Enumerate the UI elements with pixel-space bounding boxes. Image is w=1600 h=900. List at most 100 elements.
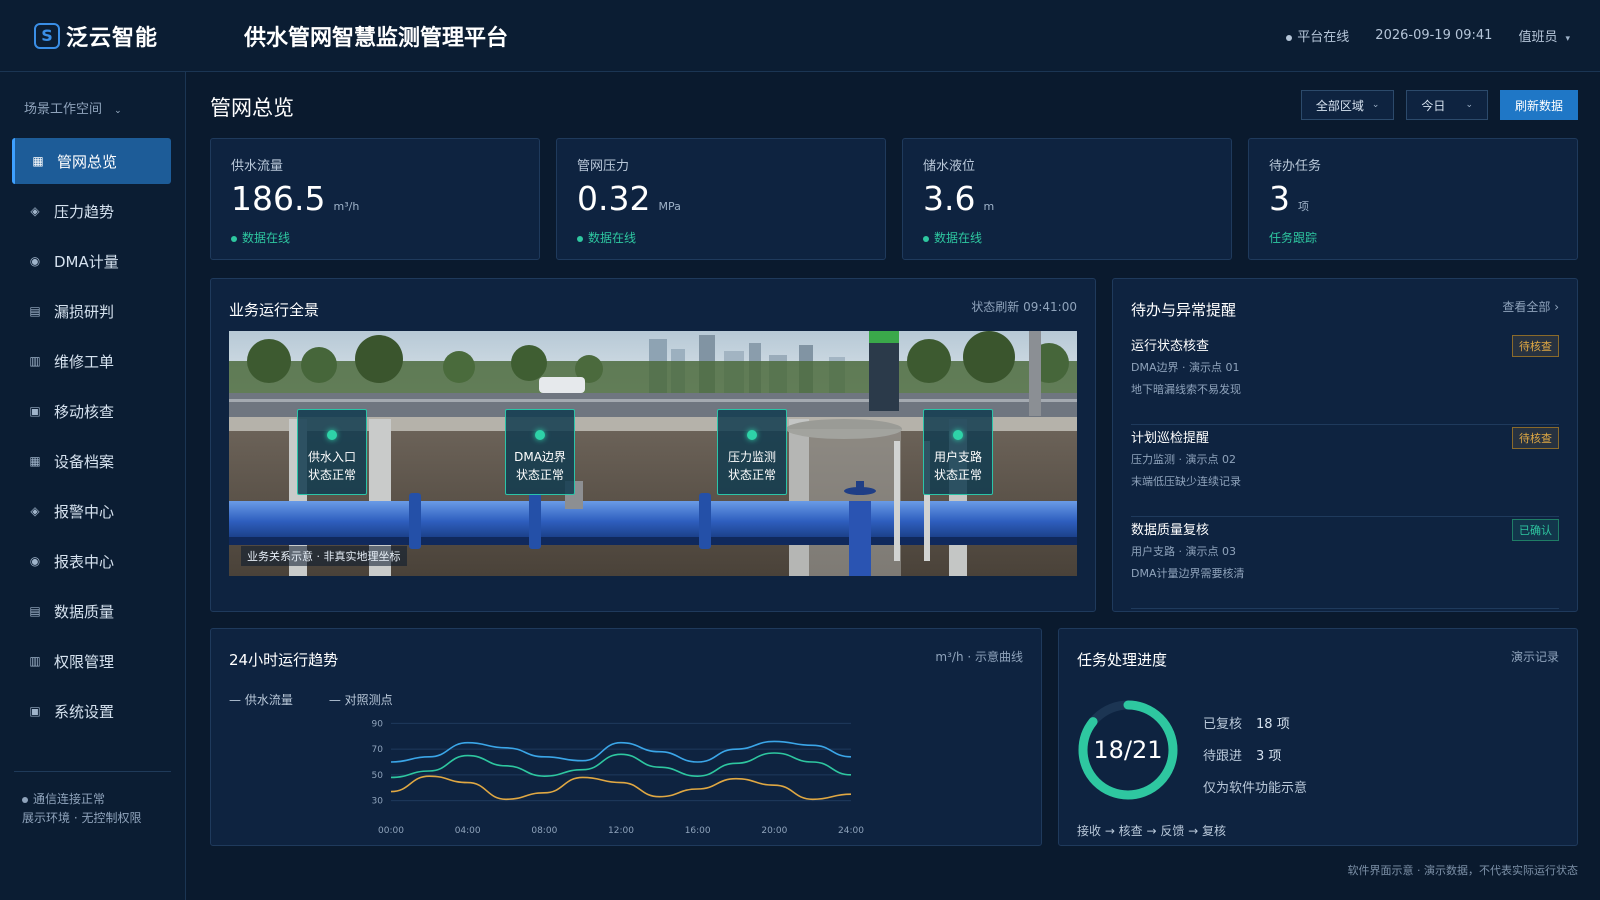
hotspot-pressure-monitor[interactable]: 压力监测 状态正常 — [717, 409, 787, 495]
alert-description: 地下暗漏线索不易发现 — [1131, 383, 1241, 396]
sidebar-item-alarms[interactable]: ◈ 报警中心 — [12, 488, 171, 534]
list-icon: ▤ — [29, 604, 41, 618]
sidebar-item-mobile-check[interactable]: ▣ 移动核查 — [12, 388, 171, 434]
period-select[interactable]: 今日 ⌄ — [1406, 90, 1488, 120]
kpi-number: 0.32 — [577, 179, 651, 218]
kpi-value: 3项 — [1269, 179, 1309, 218]
table-icon: ▥ — [29, 354, 41, 368]
workspace-selector[interactable]: 场景工作空间 ⌄ — [0, 72, 185, 138]
progress-meta: 演示记录 — [1510, 650, 1559, 664]
hotspot-name: 供水入口 — [307, 450, 356, 464]
sidebar-item-label: 移动核查 — [54, 402, 115, 421]
alert-item[interactable]: 运行状态核查 DMA边界 · 演示点 01 地下暗漏线索不易发现 待核查 — [1131, 335, 1559, 425]
x-tick-label: 20:00 — [761, 826, 787, 836]
alert-description: 末端低压缺少连续记录 — [1131, 475, 1241, 488]
grid-icon: ▦ — [32, 154, 44, 168]
sidebar-item-settings[interactable]: ▣ 系统设置 — [12, 688, 171, 734]
kpi-card-flow: 供水流量 186.5 m³/h 数据在线 — [210, 138, 540, 260]
y-tick-label: 50 — [372, 771, 384, 781]
online-dot-icon — [231, 235, 237, 242]
sidebar-item-leak[interactable]: ▤ 漏损研判 — [12, 288, 171, 334]
sidebar-item-devices[interactable]: ▦ 设备档案 — [12, 438, 171, 484]
kpi-status: 数据在线 — [577, 229, 636, 246]
chart-legend: — 供水流量 — 对照测点 — [229, 691, 429, 708]
kpi-status[interactable]: 任务跟踪 — [1269, 229, 1317, 246]
alert-item[interactable]: 数据质量复核 用户支路 · 演示点 03 DMA计量边界需要核清 已确认 — [1131, 519, 1559, 609]
chevron-down-icon: ⌄ — [1465, 100, 1473, 110]
grid-icon: ▦ — [29, 454, 41, 468]
square-icon: ▣ — [29, 404, 41, 418]
hotspot-supply-inlet[interactable]: 供水入口 状态正常 — [297, 409, 367, 495]
kpi-number: 3.6 — [923, 179, 976, 218]
square-icon: ▣ — [29, 704, 41, 718]
sidebar-item-dma[interactable]: ◉ DMA计量 — [12, 238, 171, 284]
kpi-status-text: 数据在线 — [934, 231, 983, 245]
kpi-card-pressure: 管网压力 0.32 MPa 数据在线 — [556, 138, 886, 260]
legend-label: — 对照测点 — [328, 693, 393, 707]
period-select-value: 今日 — [1421, 98, 1446, 113]
logo-icon: S — [34, 22, 60, 49]
logo-text: 泛云智能 — [66, 25, 159, 51]
platform-title: 供水管网智慧监测管理平台 — [244, 25, 509, 51]
view-all-link[interactable]: 查看全部 › — [1502, 298, 1559, 315]
sidebar-item-reports[interactable]: ◉ 报表中心 — [12, 538, 171, 584]
status-badge: 已确认 — [1512, 519, 1559, 541]
alert-item[interactable]: 计划巡检提醒 压力监测 · 演示点 02 末端低压缺少连续记录 待核查 — [1131, 427, 1559, 517]
user-name: 值班员 — [1518, 30, 1558, 45]
sidebar-item-permissions[interactable]: ▥ 权限管理 — [12, 638, 171, 684]
alerts-panel: 待办与异常提醒 查看全部 › 运行状态核查 DMA边界 · 演示点 01 地下暗… — [1112, 278, 1578, 612]
sidebar-item-pressure-trend[interactable]: ◈ 压力趋势 — [12, 188, 171, 234]
status-dot-icon — [327, 430, 337, 440]
series-line-0 — [390, 740, 852, 763]
kpi-card-tasks: 待办任务 3项 任务跟踪 — [1248, 138, 1578, 260]
scene-image: 供水入口 状态正常 DMA边界 状态正常 压力监测 状态正常 用户支路 状态正常… — [229, 331, 1077, 576]
trend-unit-note: m³/h · 示意曲线 — [935, 650, 1023, 664]
sidebar-item-overview[interactable]: ▦ 管网总览 — [12, 138, 171, 184]
status-dot-icon — [535, 430, 545, 440]
hotspot-state: 状态正常 — [307, 468, 356, 482]
sidebar-footer: 通信连接正常 展示环境 · 无控制权限 — [14, 771, 171, 828]
platform-status-text: 平台在线 — [1297, 30, 1350, 45]
kpi-number: 3 — [1269, 179, 1290, 218]
refresh-time: 状态刷新 09:41:00 — [971, 300, 1077, 314]
kpi-status-text: 数据在线 — [588, 231, 637, 245]
reviewed-value: 18 项 — [1256, 717, 1290, 732]
sidebar-item-data-quality[interactable]: ▤ 数据质量 — [12, 588, 171, 634]
trend-panel: 24小时运行趋势 m³/h · 示意曲线 — 供水流量 — 对照测点 30 50 7… — [210, 628, 1042, 846]
online-dot-icon — [923, 235, 929, 242]
alert-location: DMA边界 · 演示点 01 — [1131, 361, 1240, 374]
hotspot-state: 状态正常 — [727, 468, 776, 482]
pending-row: 待跟进 3 项 — [1203, 741, 1307, 773]
status-dot-icon — [22, 796, 28, 803]
panel-title: 业务运行全景 — [229, 301, 320, 319]
hotspot-user-branch[interactable]: 用户支路 状态正常 — [923, 409, 993, 495]
hotspot-dma-boundary[interactable]: DMA边界 状态正常 — [505, 409, 575, 495]
panel-title: 待办与异常提醒 — [1131, 301, 1237, 319]
chevron-down-icon: ⌄ — [1371, 100, 1380, 110]
alert-title: 运行状态核查 — [1131, 339, 1210, 354]
y-tick-label: 70 — [372, 745, 384, 755]
sidebar-item-label: 压力趋势 — [54, 202, 115, 221]
list-icon: ▤ — [29, 304, 41, 318]
kpi-unit: m — [983, 200, 995, 213]
kpi-status: 数据在线 — [923, 229, 982, 246]
kpi-title: 供水流量 — [231, 159, 284, 174]
hotspot-name: 用户支路 — [933, 450, 982, 464]
sidebar-item-label: 设备档案 — [54, 452, 115, 471]
refresh-button[interactable]: 刷新数据 — [1499, 90, 1578, 120]
reviewed-row: 已复核 18 项 — [1203, 709, 1307, 741]
reviewed-label: 已复核 — [1203, 717, 1243, 732]
kpi-title: 待办任务 — [1269, 159, 1322, 174]
page-title: 管网总览 — [210, 96, 294, 120]
progress-note: 仅为软件功能示意 — [1203, 781, 1308, 796]
toolbar: 全部区域 ⌄ 今日 ⌄ 刷新数据 — [1289, 90, 1578, 120]
workspace-label: 场景工作空间 — [24, 102, 103, 117]
x-tick-label: 04:00 — [455, 826, 481, 836]
sidebar-item-work-orders[interactable]: ▥ 维修工单 — [12, 338, 171, 384]
hotspot-state: 状态正常 — [515, 468, 564, 482]
user-menu[interactable]: 值班员 ▾ — [1518, 26, 1570, 45]
sidebar-item-label: 漏损研判 — [54, 302, 115, 321]
kpi-value: 0.32 MPa — [577, 179, 681, 218]
panel-title: 任务处理进度 — [1077, 651, 1168, 669]
region-select[interactable]: 全部区域 ⌄ — [1300, 90, 1395, 120]
